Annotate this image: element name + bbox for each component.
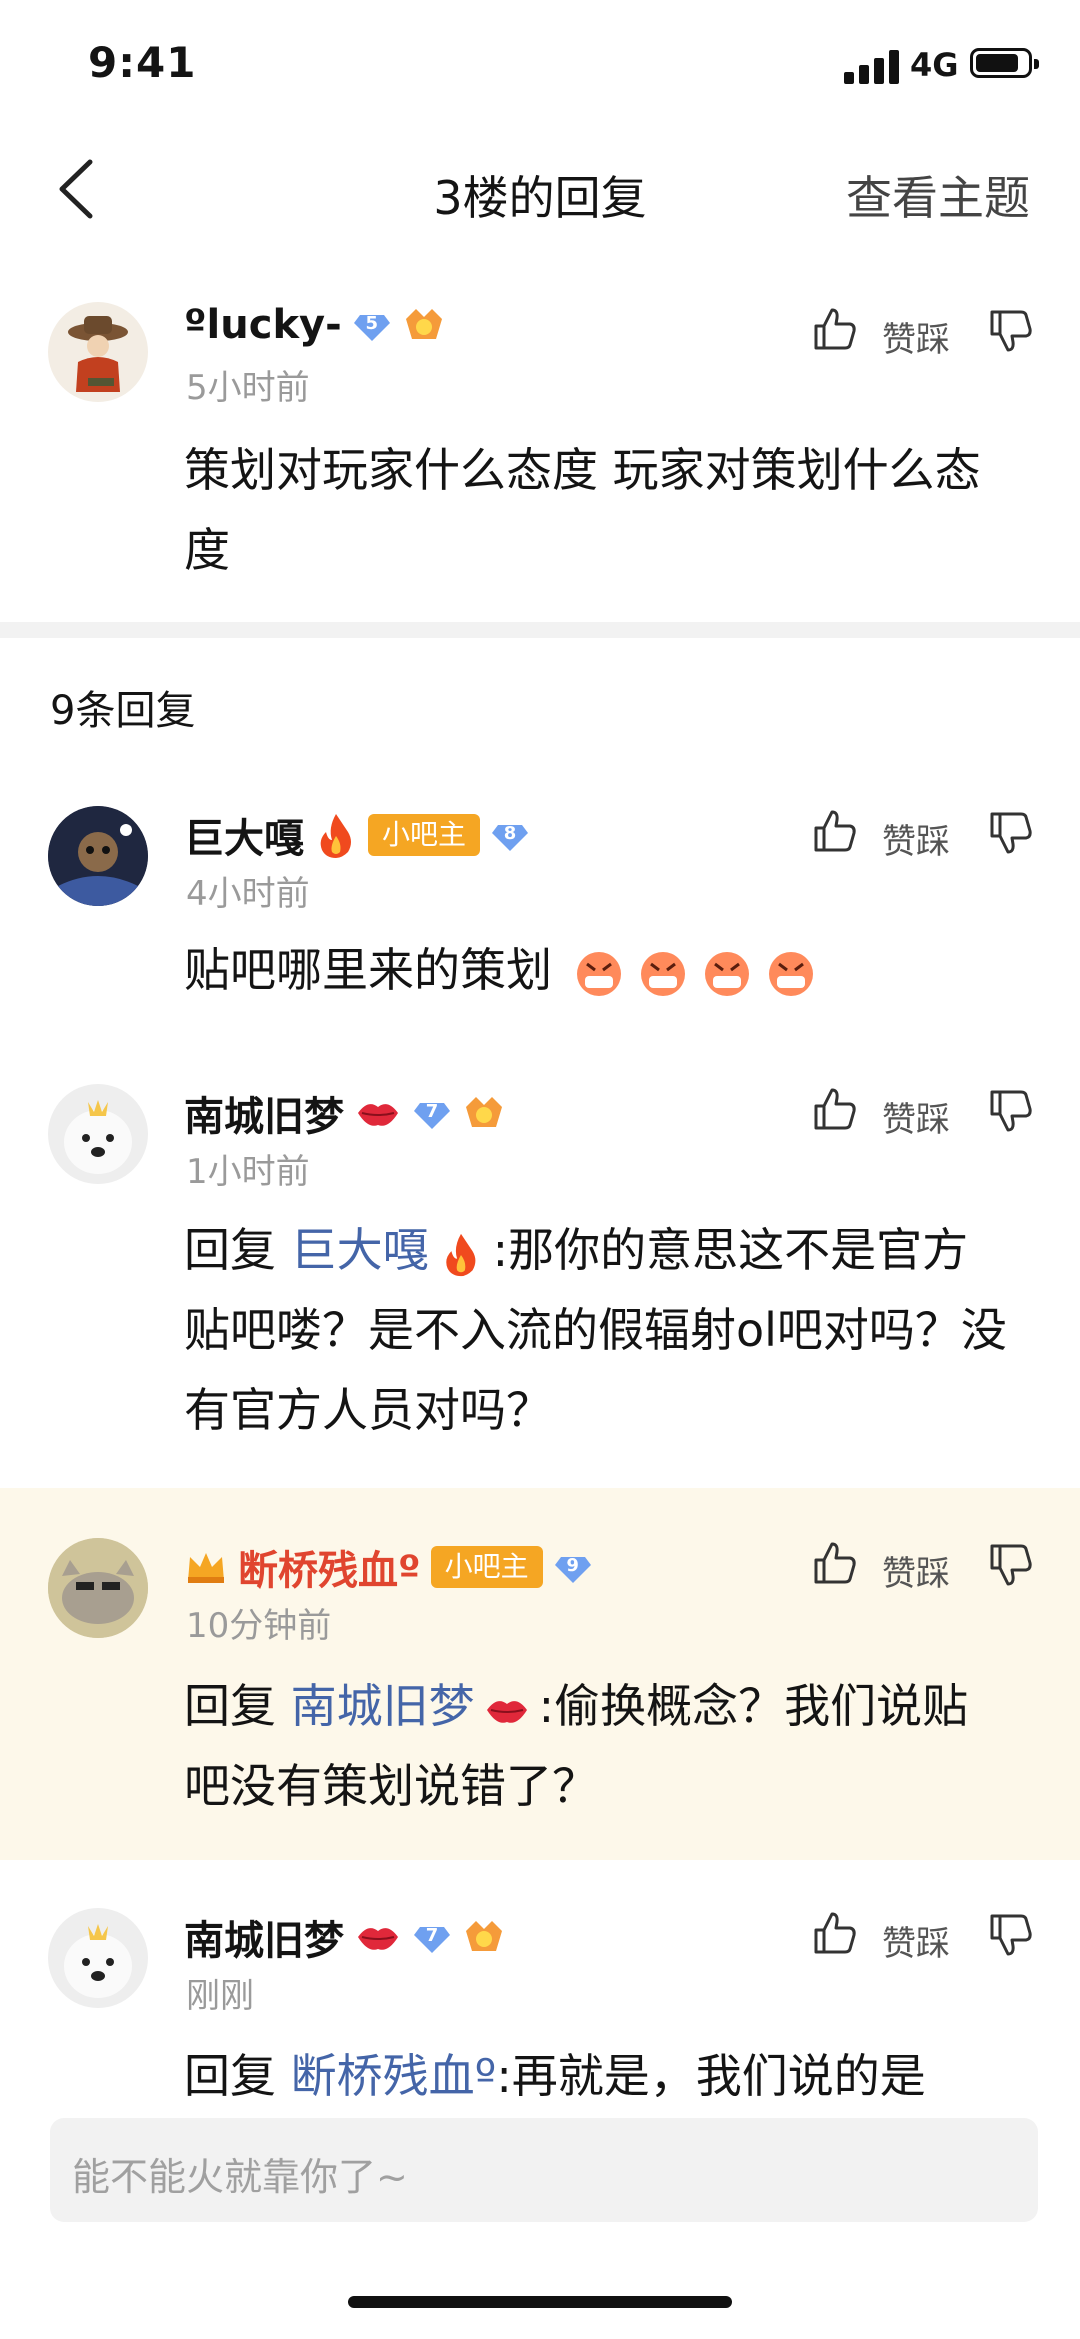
- reply-to-link[interactable]: 断桥残血º: [291, 2049, 497, 2103]
- network-type: 4G: [910, 46, 959, 84]
- gem-level-value: 7: [425, 1101, 439, 1122]
- angry-face-icon: [576, 951, 621, 996]
- signal-icon: [844, 48, 900, 84]
- angry-face-icon: [704, 951, 749, 996]
- gem-level-value: 8: [503, 823, 517, 844]
- avatar-image: [64, 1924, 132, 1998]
- avatar[interactable]: [48, 806, 148, 906]
- vote-label: 赞踩: [882, 1924, 950, 1964]
- reply-to-link[interactable]: 南城旧梦: [291, 1679, 475, 1733]
- reply-author[interactable]: 南城旧梦 7: [184, 1084, 506, 1142]
- vote-actions: 赞踩: [810, 1084, 1040, 1140]
- vote-actions: 赞踩: [810, 1908, 1040, 1964]
- avatar-image: [64, 1100, 132, 1174]
- post-author[interactable]: ºlucky- 5: [184, 302, 446, 348]
- home-indicator: [348, 2296, 732, 2308]
- avatar[interactable]: [48, 1084, 148, 1184]
- reply-content-text: 贴吧哪里来的策划: [184, 943, 552, 997]
- reply-time: 1小时前: [186, 1152, 310, 1192]
- lips-icon: [486, 1700, 527, 1723]
- reply-author-name[interactable]: 南城旧梦: [184, 1908, 344, 1966]
- gem-level-value: 5: [365, 313, 378, 334]
- thumbs-up-icon[interactable]: [810, 1908, 860, 1958]
- status-bar: 9:41 4G: [0, 0, 1080, 130]
- view-topic-button[interactable]: 查看主题: [846, 162, 1030, 228]
- thumbs-down-icon[interactable]: [986, 1086, 1036, 1136]
- post-time: 5小时前: [186, 368, 310, 408]
- reply-content-text: :再就是，我们说的是: [496, 2049, 926, 2103]
- reply-content: 回复 巨大嘎:那你的意思这不是官方贴吧喽？是不入流的假辐射ol吧对吗？没有官方人…: [184, 1210, 1014, 1450]
- reply-prefix: 回复: [184, 1679, 276, 1733]
- angry-face-icon: [640, 951, 685, 996]
- post-content: 策划对玩家什么态度 玩家对策划什么态度: [184, 443, 981, 577]
- reply-author-name[interactable]: 南城旧梦: [184, 1084, 344, 1142]
- reply-author[interactable]: 南城旧梦 7: [184, 1908, 506, 1966]
- moderator-tag: 小吧主: [368, 814, 481, 856]
- medal-icon: [466, 1921, 502, 1951]
- reply-prefix: 回复: [184, 1223, 276, 1277]
- avatar-image: [68, 316, 128, 392]
- reply-author[interactable]: 巨大嘎 小吧主 8: [184, 806, 530, 864]
- gem-level-value: 7: [425, 1925, 439, 1946]
- medal-icon: [405, 309, 442, 339]
- reply-author[interactable]: 断桥残血º 小吧主 9: [184, 1538, 593, 1596]
- fire-icon: [445, 1233, 476, 1276]
- reply-content: 回复 南城旧梦:偷换概念？我们说贴吧没有策划说错了？: [184, 1666, 1014, 1826]
- reply-author-name[interactable]: 巨大嘎: [184, 806, 304, 864]
- thumbs-up-icon[interactable]: [810, 1084, 860, 1134]
- reply-time: 4小时前: [186, 874, 310, 914]
- thumbs-down-icon[interactable]: [986, 1910, 1036, 1960]
- vote-label: 赞踩: [882, 822, 950, 862]
- vote-actions: 赞踩: [810, 304, 1040, 360]
- gem-level-icon: 7: [412, 1093, 452, 1133]
- reply-time: 刚刚: [186, 1976, 254, 2016]
- reply-time: 10分钟前: [186, 1606, 332, 1646]
- reply-input[interactable]: 能不能火就靠你了~: [50, 2118, 1038, 2222]
- crown-icon: [188, 1553, 224, 1583]
- battery-icon: [970, 48, 1039, 78]
- status-time: 9:41: [88, 38, 197, 87]
- section-divider: [0, 622, 1080, 638]
- avatar[interactable]: [48, 1538, 148, 1638]
- vote-actions: 赞踩: [810, 806, 1040, 862]
- moderator-tag: 小吧主: [430, 1546, 543, 1588]
- reply-content: 贴吧哪里来的策划: [184, 930, 1014, 1010]
- lips-icon: [358, 1928, 398, 1950]
- reply-count: 9条回复: [50, 688, 196, 734]
- gem-level-icon: 7: [412, 1917, 452, 1957]
- angry-face-icon: [768, 951, 813, 996]
- nav-bar: 3楼的回复 查看主题: [0, 130, 1080, 250]
- vote-label: 赞踩: [882, 320, 950, 360]
- fire-icon: [320, 814, 351, 858]
- vote-label: 赞踩: [882, 1100, 950, 1140]
- avatar-image: [48, 806, 148, 906]
- reply-input-placeholder: 能不能火就靠你了~: [72, 2155, 408, 2199]
- thumbs-down-icon[interactable]: [986, 1540, 1036, 1590]
- vote-label: 赞踩: [882, 1554, 950, 1594]
- gem-level-icon: 8: [490, 815, 530, 855]
- thumbs-up-icon[interactable]: [810, 806, 860, 856]
- thumbs-up-icon[interactable]: [810, 1538, 860, 1588]
- reply-to-link[interactable]: 巨大嘎: [291, 1223, 429, 1277]
- reply-prefix: 回复: [184, 2049, 276, 2103]
- gem-level-icon: 5: [352, 305, 392, 345]
- avatar[interactable]: [48, 1908, 148, 2008]
- post-author-name[interactable]: ºlucky-: [184, 302, 342, 348]
- lips-icon: [358, 1104, 398, 1126]
- gem-level-value: 9: [566, 1555, 579, 1576]
- vote-actions: 赞踩: [810, 1538, 1040, 1594]
- thumbs-down-icon[interactable]: [986, 306, 1036, 356]
- reply-author-name[interactable]: 断桥残血º: [238, 1538, 421, 1596]
- avatar[interactable]: [48, 302, 148, 402]
- medal-icon: [466, 1097, 502, 1127]
- thumbs-up-icon[interactable]: [810, 304, 860, 354]
- thumbs-down-icon[interactable]: [986, 808, 1036, 858]
- gem-level-icon: 9: [553, 1547, 593, 1587]
- avatar-image: [48, 1538, 148, 1638]
